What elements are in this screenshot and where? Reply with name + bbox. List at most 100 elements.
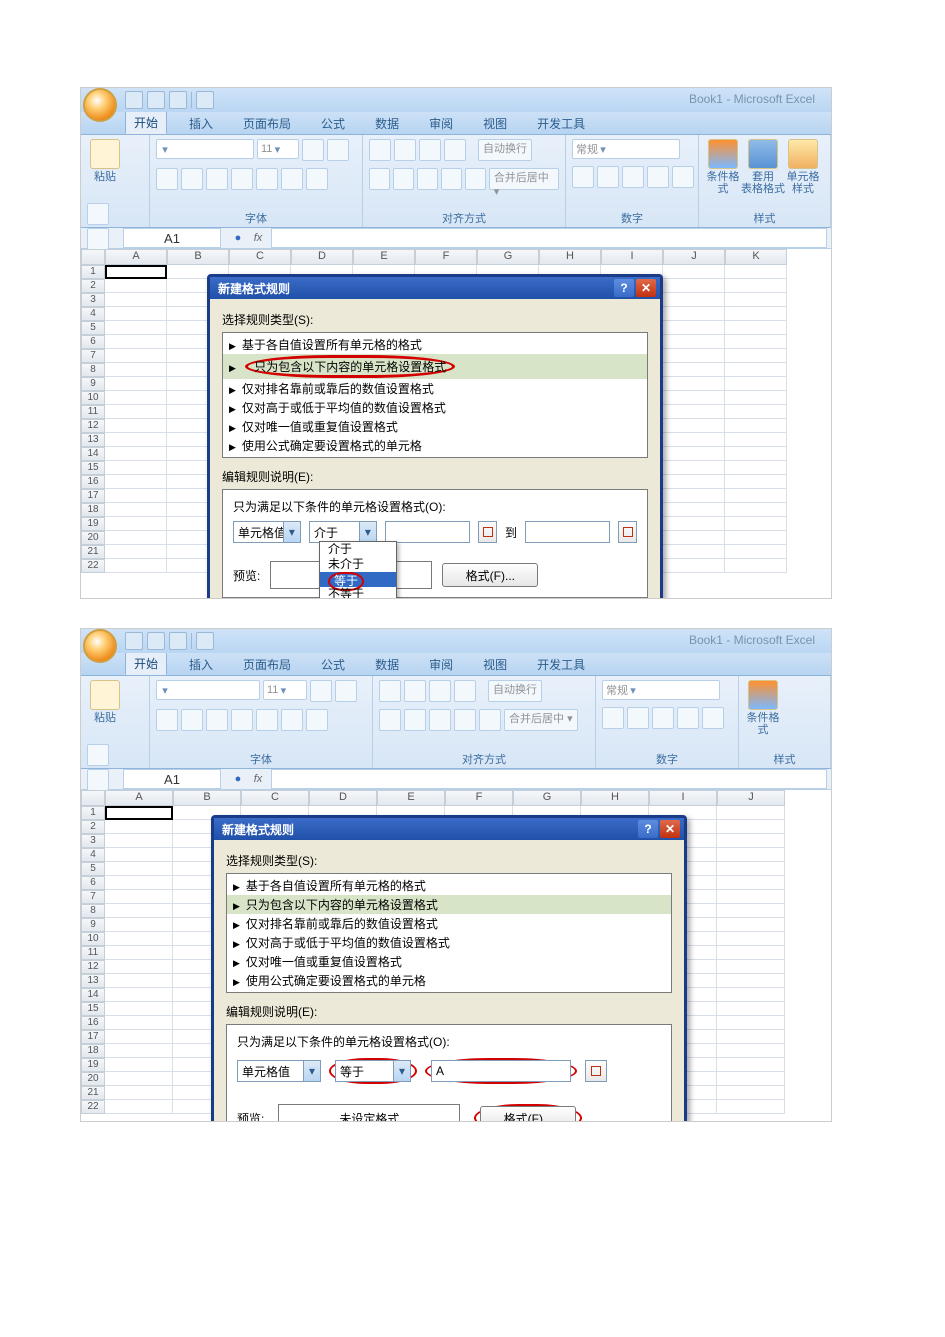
- col-header[interactable]: F: [415, 249, 477, 265]
- cell[interactable]: [105, 904, 173, 918]
- currency-icon[interactable]: [572, 166, 594, 188]
- row-header[interactable]: 22: [81, 559, 105, 573]
- cell[interactable]: [663, 503, 725, 517]
- number-format-combo[interactable]: 常规▾: [572, 139, 680, 159]
- cell[interactable]: [663, 447, 725, 461]
- cell[interactable]: [105, 1072, 173, 1086]
- cell[interactable]: [105, 1058, 173, 1072]
- rule-type-item[interactable]: 基于各自值设置所有单元格的格式: [227, 876, 671, 895]
- name-box[interactable]: A1: [123, 228, 221, 248]
- cell[interactable]: [105, 433, 167, 447]
- merge-center-button[interactable]: 合并后居中 ▾: [489, 168, 559, 190]
- row-header[interactable]: 4: [81, 307, 105, 321]
- col-header[interactable]: A: [105, 249, 167, 265]
- decrease-decimal-icon[interactable]: [702, 707, 724, 729]
- shrink-font-icon[interactable]: [335, 680, 357, 702]
- row-header[interactable]: 11: [81, 946, 105, 960]
- row-header[interactable]: 19: [81, 517, 105, 531]
- cell[interactable]: [105, 293, 167, 307]
- row-header[interactable]: 6: [81, 335, 105, 349]
- cell[interactable]: [663, 279, 725, 293]
- row-header[interactable]: 13: [81, 974, 105, 988]
- cell[interactable]: [717, 890, 785, 904]
- value1-input[interactable]: [385, 521, 470, 543]
- cell[interactable]: [105, 1016, 173, 1030]
- collapse-dialog-button[interactable]: [478, 521, 497, 543]
- collapse-dialog-button[interactable]: [618, 521, 637, 543]
- operator-option[interactable]: 介于: [320, 542, 396, 557]
- cell[interactable]: [105, 545, 167, 559]
- row-header[interactable]: 2: [81, 820, 105, 834]
- operator-select[interactable]: 介于 ▾: [309, 521, 377, 543]
- row-header[interactable]: 19: [81, 1058, 105, 1072]
- grow-font-icon[interactable]: [302, 139, 324, 161]
- increase-decimal-icon[interactable]: [647, 166, 669, 188]
- cell[interactable]: [725, 293, 787, 307]
- redo-icon[interactable]: [169, 91, 187, 109]
- cell[interactable]: [717, 904, 785, 918]
- wrap-text-button[interactable]: 自动换行: [478, 139, 532, 161]
- col-header[interactable]: D: [309, 790, 377, 806]
- rule-type-item-selected[interactable]: 只为包含以下内容的单元格设置格式: [227, 895, 671, 914]
- col-header[interactable]: B: [173, 790, 241, 806]
- col-header[interactable]: B: [167, 249, 229, 265]
- fill-color-icon[interactable]: [256, 709, 278, 731]
- row-header[interactable]: 7: [81, 349, 105, 363]
- cell[interactable]: [105, 489, 167, 503]
- cell[interactable]: [105, 405, 167, 419]
- cell[interactable]: [725, 335, 787, 349]
- rule-type-item[interactable]: 仅对唯一值或重复值设置格式: [227, 952, 671, 971]
- row-header[interactable]: 3: [81, 834, 105, 848]
- tab-view[interactable]: 视图: [475, 112, 515, 134]
- cell[interactable]: [725, 265, 787, 279]
- row-header[interactable]: 18: [81, 503, 105, 517]
- align-right-icon[interactable]: [417, 168, 438, 190]
- cell[interactable]: [105, 862, 173, 876]
- grow-font-icon[interactable]: [310, 680, 332, 702]
- cell[interactable]: [717, 1016, 785, 1030]
- row-header[interactable]: 17: [81, 489, 105, 503]
- cell[interactable]: [725, 349, 787, 363]
- percent-icon[interactable]: [597, 166, 619, 188]
- paste-button[interactable]: 粘贴: [87, 680, 123, 740]
- font-color-icon[interactable]: [281, 168, 303, 190]
- row-header[interactable]: 18: [81, 1044, 105, 1058]
- cell[interactable]: [663, 307, 725, 321]
- cell[interactable]: [717, 1100, 785, 1114]
- cell[interactable]: [105, 848, 173, 862]
- row-header[interactable]: 8: [81, 904, 105, 918]
- shrink-font-icon[interactable]: [327, 139, 349, 161]
- cell[interactable]: [105, 820, 173, 834]
- paste-button[interactable]: 粘贴: [87, 139, 123, 199]
- rule-type-list[interactable]: 基于各自值设置所有单元格的格式 只为包含以下内容的单元格设置格式 仅对排名靠前或…: [226, 873, 672, 993]
- help-icon[interactable]: ?: [614, 279, 634, 297]
- tab-developer[interactable]: 开发工具: [529, 653, 593, 675]
- phonetic-icon[interactable]: [306, 709, 328, 731]
- cell[interactable]: [663, 391, 725, 405]
- cell[interactable]: [725, 363, 787, 377]
- wrap-text-button[interactable]: 自动换行: [488, 680, 542, 702]
- select-all-corner[interactable]: [81, 790, 105, 806]
- rule-type-item[interactable]: 仅对排名靠前或靠后的数值设置格式: [227, 914, 671, 933]
- tab-view[interactable]: 视图: [475, 653, 515, 675]
- format-button[interactable]: 格式(F)...: [442, 563, 538, 587]
- cell[interactable]: [717, 1030, 785, 1044]
- cut-icon[interactable]: [87, 203, 109, 225]
- cell[interactable]: [105, 447, 167, 461]
- col-header[interactable]: J: [663, 249, 725, 265]
- tab-insert[interactable]: 插入: [181, 653, 221, 675]
- value2-input[interactable]: [525, 521, 610, 543]
- cell[interactable]: [725, 531, 787, 545]
- tab-formulas[interactable]: 公式: [313, 653, 353, 675]
- row-header[interactable]: 5: [81, 321, 105, 335]
- cell[interactable]: [105, 1100, 173, 1114]
- col-header[interactable]: D: [291, 249, 353, 265]
- fx-icon[interactable]: ●: [229, 770, 247, 788]
- cell[interactable]: [725, 559, 787, 573]
- indent-inc-icon[interactable]: [465, 168, 486, 190]
- align-left-icon[interactable]: [379, 709, 401, 731]
- row-header[interactable]: 3: [81, 293, 105, 307]
- cell[interactable]: [663, 517, 725, 531]
- cell[interactable]: [725, 419, 787, 433]
- col-header[interactable]: I: [649, 790, 717, 806]
